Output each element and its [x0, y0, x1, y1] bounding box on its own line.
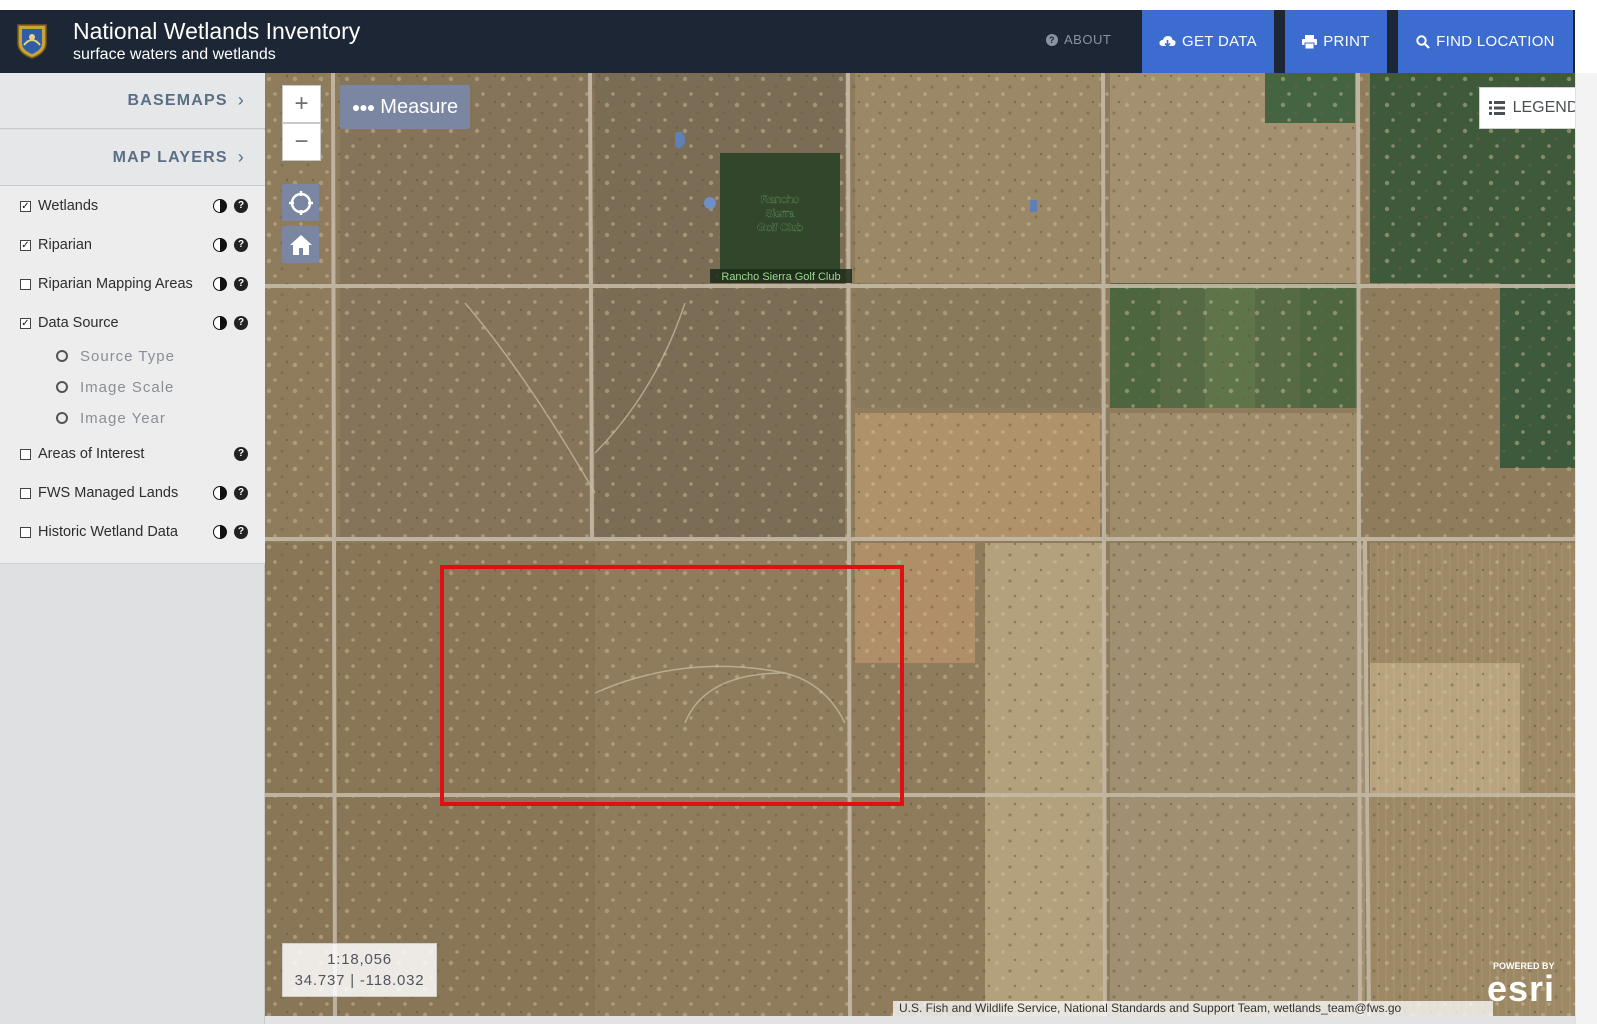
layer-label: Wetlands — [38, 198, 99, 214]
list-icon — [1488, 101, 1505, 115]
top-header: National Wetlands Inventory surface wate… — [0, 10, 1575, 73]
info-icon[interactable]: ? — [234, 316, 248, 330]
data-source-option-source-type[interactable]: Source Type — [0, 342, 265, 370]
cloud-download-icon — [1159, 35, 1176, 47]
esri-wordmark: esri — [1487, 968, 1556, 1009]
data-source-checkbox[interactable]: ✓ — [20, 317, 31, 329]
zoom-in-button[interactable]: + — [282, 85, 321, 123]
home-icon — [289, 234, 312, 255]
print-label: PRINT — [1323, 33, 1370, 50]
search-icon — [1416, 34, 1430, 49]
option-label: Source Type — [80, 347, 175, 365]
data-source-option-image-year[interactable]: Image Year — [0, 404, 265, 432]
map-view[interactable]: Rancho Sierra Golf Club Rancho Sierra Golf… — [265, 73, 1575, 1024]
chevron-right-icon: › — [237, 147, 245, 167]
radio-button[interactable] — [56, 350, 68, 362]
opacity-icon[interactable] — [213, 486, 227, 500]
option-label: Image Scale — [80, 378, 175, 396]
radio-button[interactable] — [56, 381, 68, 393]
app-root: National Wetlands Inventory surface wate… — [0, 0, 1597, 1024]
basemaps-accordion[interactable]: BASEMAPS › — [0, 73, 265, 129]
info-icon[interactable]: ? — [234, 238, 248, 252]
layer-label: Areas of Interest — [38, 446, 145, 462]
opacity-icon[interactable] — [213, 238, 227, 252]
legend-button[interactable]: LEGEND — [1479, 87, 1575, 129]
find-location-button[interactable]: FIND LOCATION — [1398, 10, 1573, 73]
layer-data-source: ✓ Data Source ? — [0, 308, 265, 338]
sidebar-panel: BASEMAPS › MAP LAYERS › ✓ Wetlands ? ✓ R… — [0, 73, 265, 1024]
layer-wetlands: ✓ Wetlands ? — [0, 191, 265, 221]
layer-areas-of-interest: Areas of Interest ? — [0, 439, 265, 469]
layer-historic-wetland-data: Historic Wetland Data ? — [0, 517, 265, 547]
areas-of-interest-checkbox[interactable] — [20, 448, 31, 460]
fws-shield-logo-icon — [17, 24, 47, 59]
vertical-scrollbar[interactable] — [1575, 73, 1597, 1024]
scale-text: 1:18,056 — [327, 951, 392, 968]
info-icon[interactable]: ? — [234, 447, 248, 461]
layer-list: ✓ Wetlands ? ✓ Riparian ? Riparian Mappi… — [0, 186, 265, 564]
wetlands-checkbox[interactable]: ✓ — [20, 200, 31, 212]
info-icon[interactable]: ? — [234, 277, 248, 291]
app-title: National Wetlands Inventory — [73, 18, 361, 44]
print-button[interactable]: PRINT — [1285, 10, 1387, 73]
riparian-checkbox[interactable]: ✓ — [20, 239, 31, 251]
find-location-label: FIND LOCATION — [1436, 33, 1555, 50]
riparian-mapping-areas-checkbox[interactable] — [20, 278, 31, 290]
basemaps-label: BASEMAPS — [127, 91, 228, 109]
question-circle-icon: ? — [1046, 33, 1058, 46]
layer-riparian-mapping-areas: Riparian Mapping Areas ? — [0, 269, 265, 299]
opacity-icon[interactable] — [213, 316, 227, 330]
coordinates-text: 34.737 | -118.032 — [294, 972, 425, 989]
opacity-icon[interactable] — [213, 525, 227, 539]
scale-coordinates-readout: 1:18,056 34.737 | -118.032 — [282, 943, 437, 997]
about-link[interactable]: ? ABOUT — [1046, 32, 1111, 47]
measure-label: Measure — [380, 95, 459, 118]
map-attribution: U.S. Fish and Wildlife Service, National… — [893, 1001, 1493, 1017]
info-icon[interactable]: ? — [234, 525, 248, 539]
opacity-icon[interactable] — [213, 277, 227, 291]
layer-label: Data Source — [38, 315, 119, 331]
layer-label: Riparian — [38, 237, 92, 253]
locate-button[interactable] — [282, 184, 319, 221]
app-subtitle: surface waters and wetlands — [73, 46, 276, 63]
measure-button[interactable]: ●●● Measure — [340, 85, 470, 129]
aerial-imagery: Rancho Sierra Golf Club Rancho Sierra Golf… — [265, 73, 1575, 1024]
chevron-right-icon: › — [237, 90, 245, 110]
map-layers-accordion[interactable]: MAP LAYERS › — [0, 130, 265, 186]
map-layers-label: MAP LAYERS — [112, 148, 228, 166]
get-data-label: GET DATA — [1182, 33, 1257, 50]
info-icon[interactable]: ? — [234, 199, 248, 213]
radio-button[interactable] — [56, 412, 68, 424]
get-data-button[interactable]: GET DATA — [1142, 10, 1274, 73]
data-source-option-image-scale[interactable]: Image Scale — [0, 373, 265, 401]
printer-icon — [1302, 34, 1318, 49]
zoom-out-button[interactable]: − — [282, 123, 321, 161]
esri-logo: POWERED BY esri — [1487, 961, 1575, 1017]
horizontal-scrollbar[interactable] — [265, 1016, 1575, 1024]
layer-riparian: ✓ Riparian ? — [0, 230, 265, 260]
crosshair-icon — [288, 190, 313, 215]
place-label: Rancho Sierra Golf Club — [721, 271, 840, 283]
layer-label: Historic Wetland Data — [38, 524, 178, 540]
layer-fws-managed-lands: FWS Managed Lands ? — [0, 478, 265, 508]
ellipsis-icon: ●●● — [351, 99, 375, 115]
legend-label: LEGEND — [1512, 99, 1575, 116]
layer-label: FWS Managed Lands — [38, 485, 179, 501]
home-button[interactable] — [282, 226, 319, 263]
info-icon[interactable]: ? — [234, 486, 248, 500]
about-label: ABOUT — [1064, 32, 1112, 47]
layer-label: Riparian Mapping Areas — [38, 276, 193, 292]
fws-managed-lands-checkbox[interactable] — [20, 487, 31, 499]
option-label: Image Year — [80, 409, 166, 427]
historic-wetland-data-checkbox[interactable] — [20, 526, 31, 538]
opacity-icon[interactable] — [213, 199, 227, 213]
